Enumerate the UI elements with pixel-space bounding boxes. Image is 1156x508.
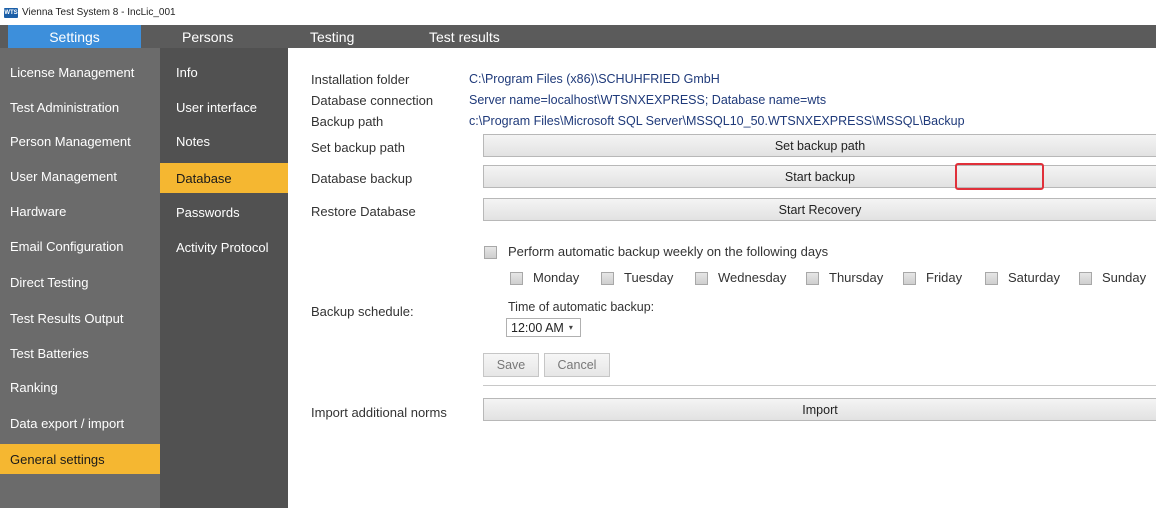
tab-persons[interactable]: Persons: [182, 25, 233, 48]
backup-time-select[interactable]: 12:00 AM ▾: [506, 318, 581, 337]
set-backup-path-label: Set backup path: [311, 140, 405, 155]
day-label-sunday: Sunday: [1102, 270, 1147, 285]
set-backup-path-button[interactable]: Set backup path: [483, 134, 1156, 157]
top-tab-bar: Settings Persons Testing Test results: [0, 25, 1156, 48]
sidebar-item-general-settings[interactable]: General settings: [0, 444, 166, 474]
day-label-tuesday: Tuesday: [624, 270, 674, 285]
import-norms-label: Import additional norms: [311, 405, 447, 420]
title-bar: WTS Vienna Test System 8 - IncLic_001: [0, 0, 1156, 25]
database-connection-label: Database connection: [311, 93, 434, 108]
weekly-backup-checkbox-label: Perform automatic backup weekly on the f…: [508, 244, 829, 259]
tab-settings[interactable]: Settings: [8, 25, 141, 48]
cancel-button[interactable]: Cancel: [544, 353, 610, 377]
weekly-backup-checkbox[interactable]: [484, 246, 497, 259]
sidebar-item-user-management[interactable]: User Management: [0, 161, 160, 191]
day-checkbox-tuesday[interactable]: [601, 272, 614, 285]
chevron-down-icon: ▾: [568, 323, 573, 332]
save-button[interactable]: Save: [483, 353, 539, 377]
sidebar-item-hardware[interactable]: Hardware: [0, 196, 160, 226]
start-backup-highlight: [955, 163, 1044, 190]
day-checkbox-saturday[interactable]: [985, 272, 998, 285]
sidebar-item-test-batteries[interactable]: Test Batteries: [0, 338, 160, 368]
sidebar-item-ranking[interactable]: Ranking: [0, 372, 160, 402]
tab-testing[interactable]: Testing: [310, 25, 354, 48]
restore-database-label: Restore Database: [311, 204, 416, 219]
installation-folder-value: C:\Program Files (x86)\SCHUHFRIED GmbH: [469, 72, 720, 86]
sidebar-item-person-management[interactable]: Person Management: [0, 126, 160, 156]
day-label-saturday: Saturday: [1008, 270, 1061, 285]
database-backup-label: Database backup: [311, 171, 413, 186]
backup-path-value: c:\Program Files\Microsoft SQL Server\MS…: [469, 114, 965, 128]
app-icon: WTS: [4, 7, 18, 18]
day-checkbox-thursday[interactable]: [806, 272, 819, 285]
backup-time-value: 12:00 AM: [511, 320, 564, 335]
start-recovery-button[interactable]: Start Recovery: [483, 198, 1156, 221]
subnav-item-database[interactable]: Database: [160, 163, 294, 193]
database-settings-panel: Installation folder C:\Program Files (x8…: [288, 48, 1156, 508]
backup-path-label: Backup path: [311, 114, 384, 129]
subnav-item-info[interactable]: Info: [160, 57, 288, 87]
time-of-backup-label: Time of automatic backup:: [508, 300, 655, 314]
settings-sidebar: License Management Test Administration P…: [0, 48, 166, 508]
sidebar-item-test-results-output[interactable]: Test Results Output: [0, 303, 160, 333]
day-checkbox-friday[interactable]: [903, 272, 916, 285]
subnav-item-user-interface[interactable]: User interface: [160, 92, 288, 122]
sidebar-item-email-configuration[interactable]: Email Configuration: [0, 231, 160, 261]
day-checkbox-sunday[interactable]: [1079, 272, 1092, 285]
sidebar-item-license-management[interactable]: License Management: [0, 57, 160, 87]
start-backup-button[interactable]: Start backup: [483, 165, 1156, 188]
day-checkbox-wednesday[interactable]: [695, 272, 708, 285]
database-connection-value: Server name=localhost\WTSNXEXPRESS; Data…: [469, 93, 827, 107]
subnav-item-activity-protocol[interactable]: Activity Protocol: [160, 232, 288, 262]
day-label-monday: Monday: [533, 270, 580, 285]
subnav-item-passwords[interactable]: Passwords: [160, 197, 288, 227]
sidebar-item-test-administration[interactable]: Test Administration: [0, 92, 160, 122]
sidebar-item-direct-testing[interactable]: Direct Testing: [0, 267, 160, 297]
tab-test-results[interactable]: Test results: [429, 25, 500, 48]
day-checkbox-monday[interactable]: [510, 272, 523, 285]
day-label-thursday: Thursday: [829, 270, 884, 285]
sidebar-item-data-export-import[interactable]: Data export / import: [0, 408, 160, 438]
day-label-wednesday: Wednesday: [718, 270, 787, 285]
day-label-friday: Friday: [926, 270, 963, 285]
import-button[interactable]: Import: [483, 398, 1156, 421]
window-title: Vienna Test System 8 - IncLic_001: [22, 7, 176, 18]
section-divider: [483, 385, 1156, 386]
subnav-item-notes[interactable]: Notes: [160, 126, 288, 156]
general-settings-subnav: Info User interface Notes Database Passw…: [160, 48, 294, 508]
installation-folder-label: Installation folder: [311, 72, 410, 87]
backup-schedule-label: Backup schedule:: [311, 304, 414, 319]
